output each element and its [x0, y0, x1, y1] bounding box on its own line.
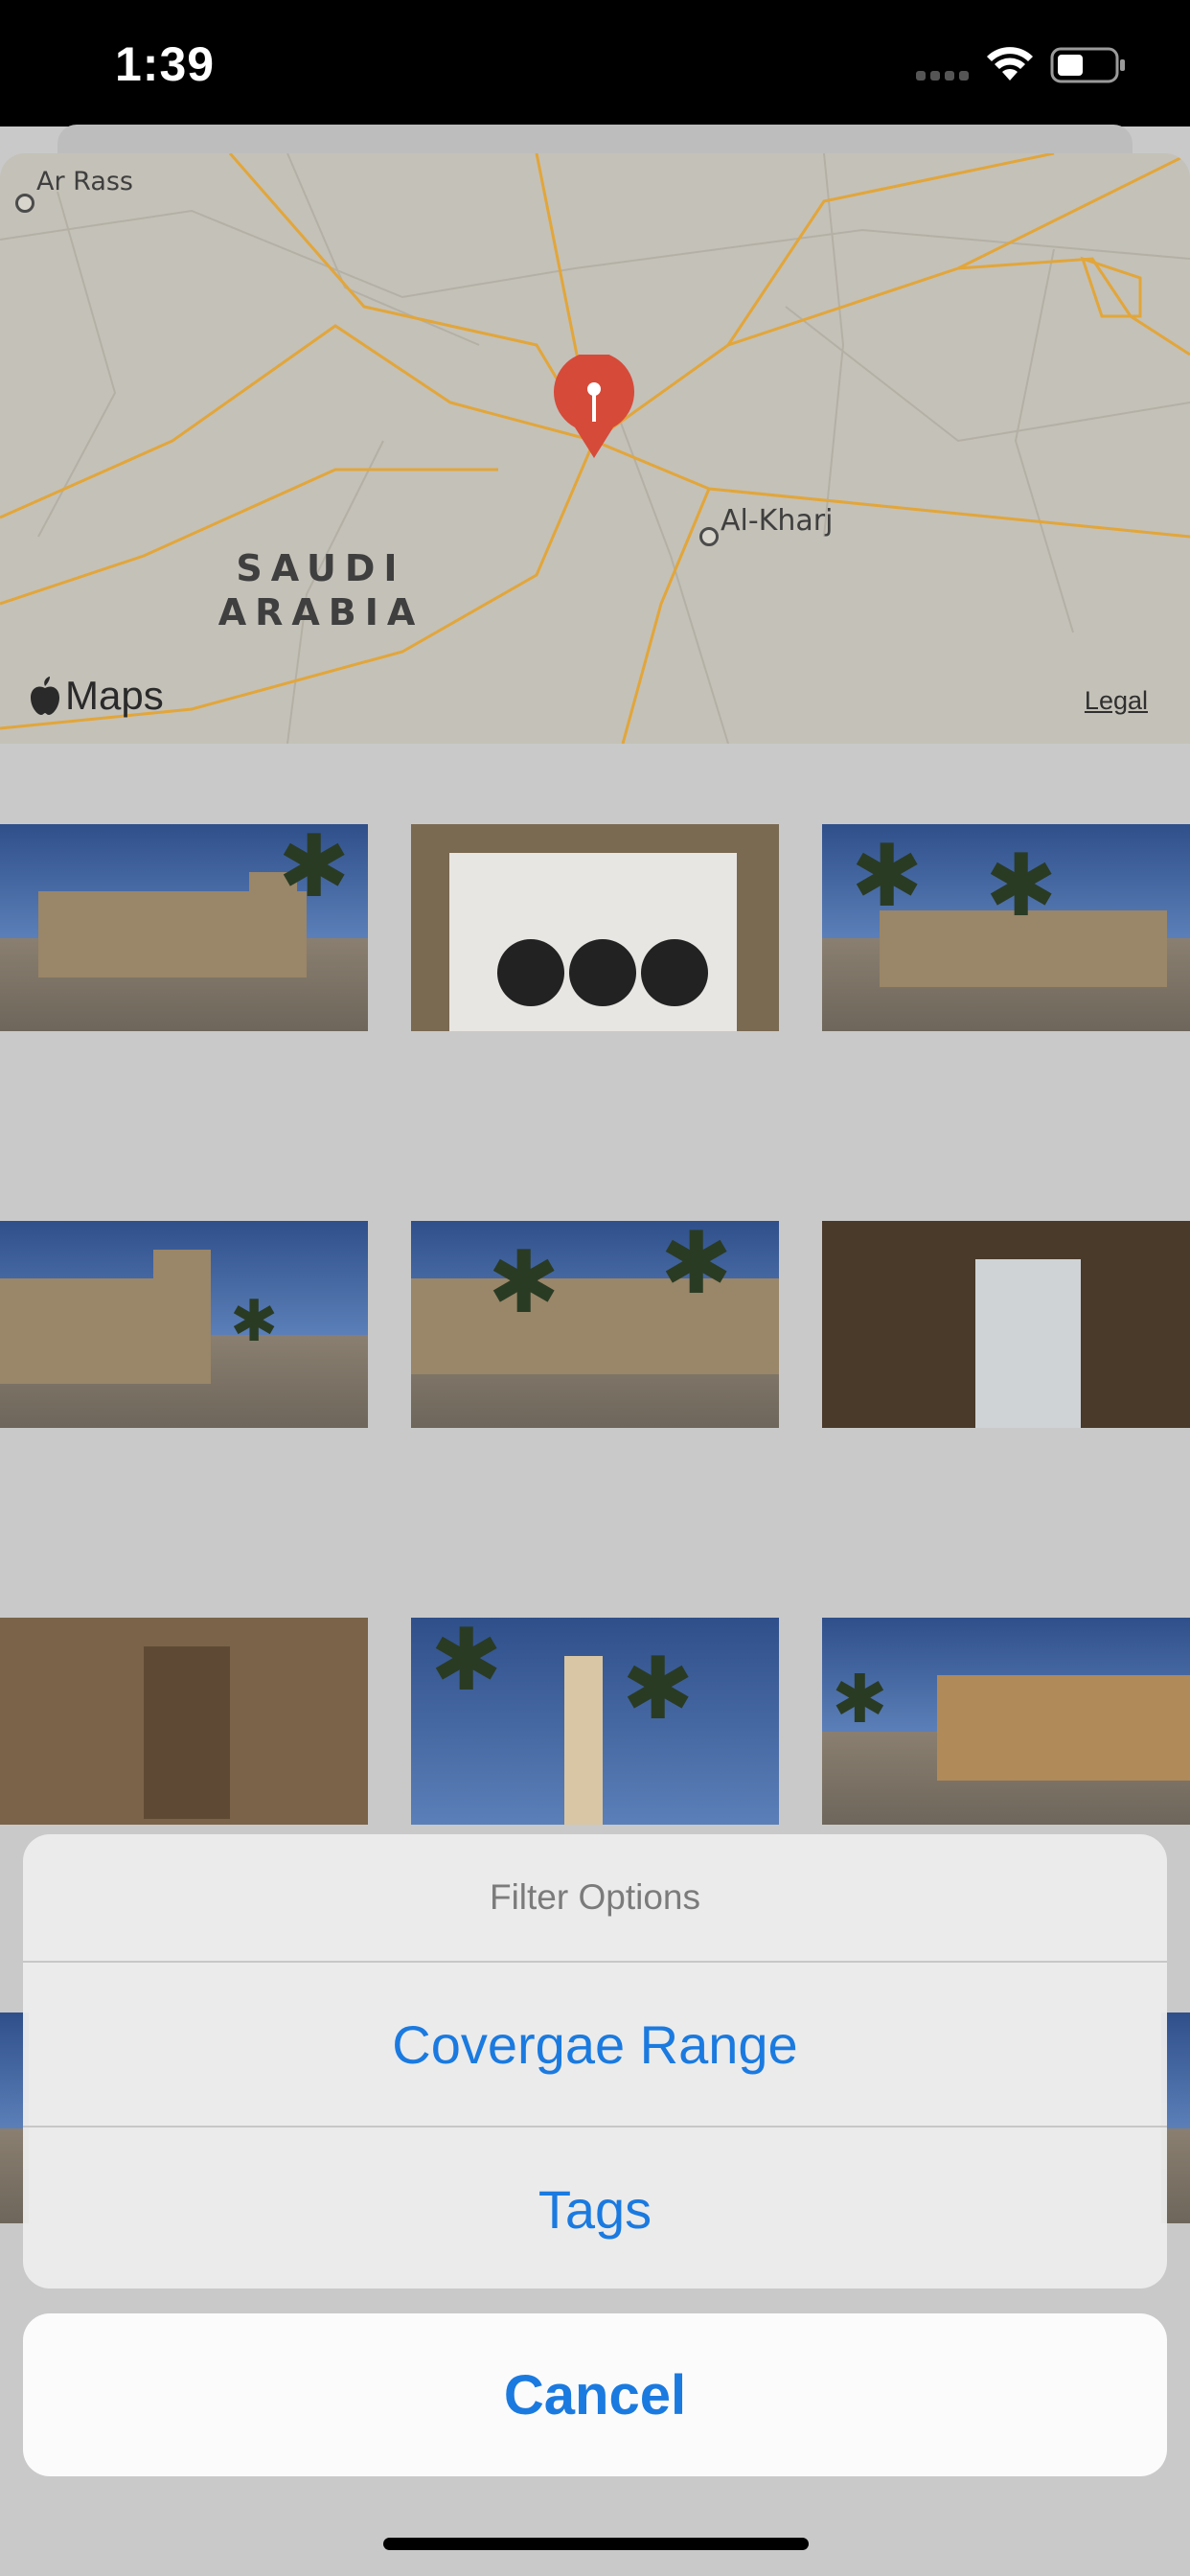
photo-thumbnail[interactable]: ✱ ✱ — [411, 1618, 779, 1825]
photo-thumbnail[interactable] — [411, 824, 779, 1031]
city-marker-al-kharj — [699, 527, 719, 546]
photo-thumbnail[interactable]: ✱ ✱ — [822, 824, 1190, 1031]
tags-option[interactable]: Tags — [23, 2128, 1167, 2288]
maps-label: Maps — [65, 673, 164, 718]
photo-thumbnail[interactable] — [0, 1618, 368, 1825]
country-label: SAUDI ARABIA — [217, 547, 424, 633]
photo-thumbnail[interactable]: ✱ — [0, 824, 368, 1031]
maps-attribution: Maps — [29, 673, 164, 719]
map-pin-icon[interactable] — [552, 355, 636, 460]
photo-thumbnail[interactable]: ✱ — [822, 1618, 1190, 1825]
map-view[interactable]: Ar Rass Al-Kharj SAUDI ARABIA Maps Legal — [0, 153, 1190, 744]
city-label-al-kharj: Al-Kharj — [721, 504, 834, 538]
coverage-range-option[interactable]: Covergae Range — [23, 1963, 1167, 2128]
legal-link[interactable]: Legal — [1085, 686, 1148, 716]
home-indicator[interactable] — [383, 2538, 809, 2550]
battery-icon — [1050, 47, 1125, 83]
wifi-icon — [987, 47, 1033, 80]
filter-action-sheet: Filter Options Covergae Range Tags — [23, 1834, 1167, 2288]
city-label-ar-rass: Ar Rass — [36, 167, 133, 196]
city-marker-ar-rass — [15, 194, 34, 213]
cellular-signal-icon — [916, 71, 969, 80]
status-time: 1:39 — [115, 37, 216, 91]
photo-thumbnail[interactable]: ✱ ✱ — [411, 1221, 779, 1428]
status-bar: 1:39 — [0, 0, 1190, 126]
photo-thumbnail[interactable] — [822, 1221, 1190, 1428]
cancel-button[interactable]: Cancel — [23, 2313, 1167, 2476]
action-sheet-title: Filter Options — [23, 1834, 1167, 1963]
apple-logo-icon — [31, 677, 59, 715]
photo-thumbnail[interactable]: ✱ — [0, 1221, 368, 1428]
